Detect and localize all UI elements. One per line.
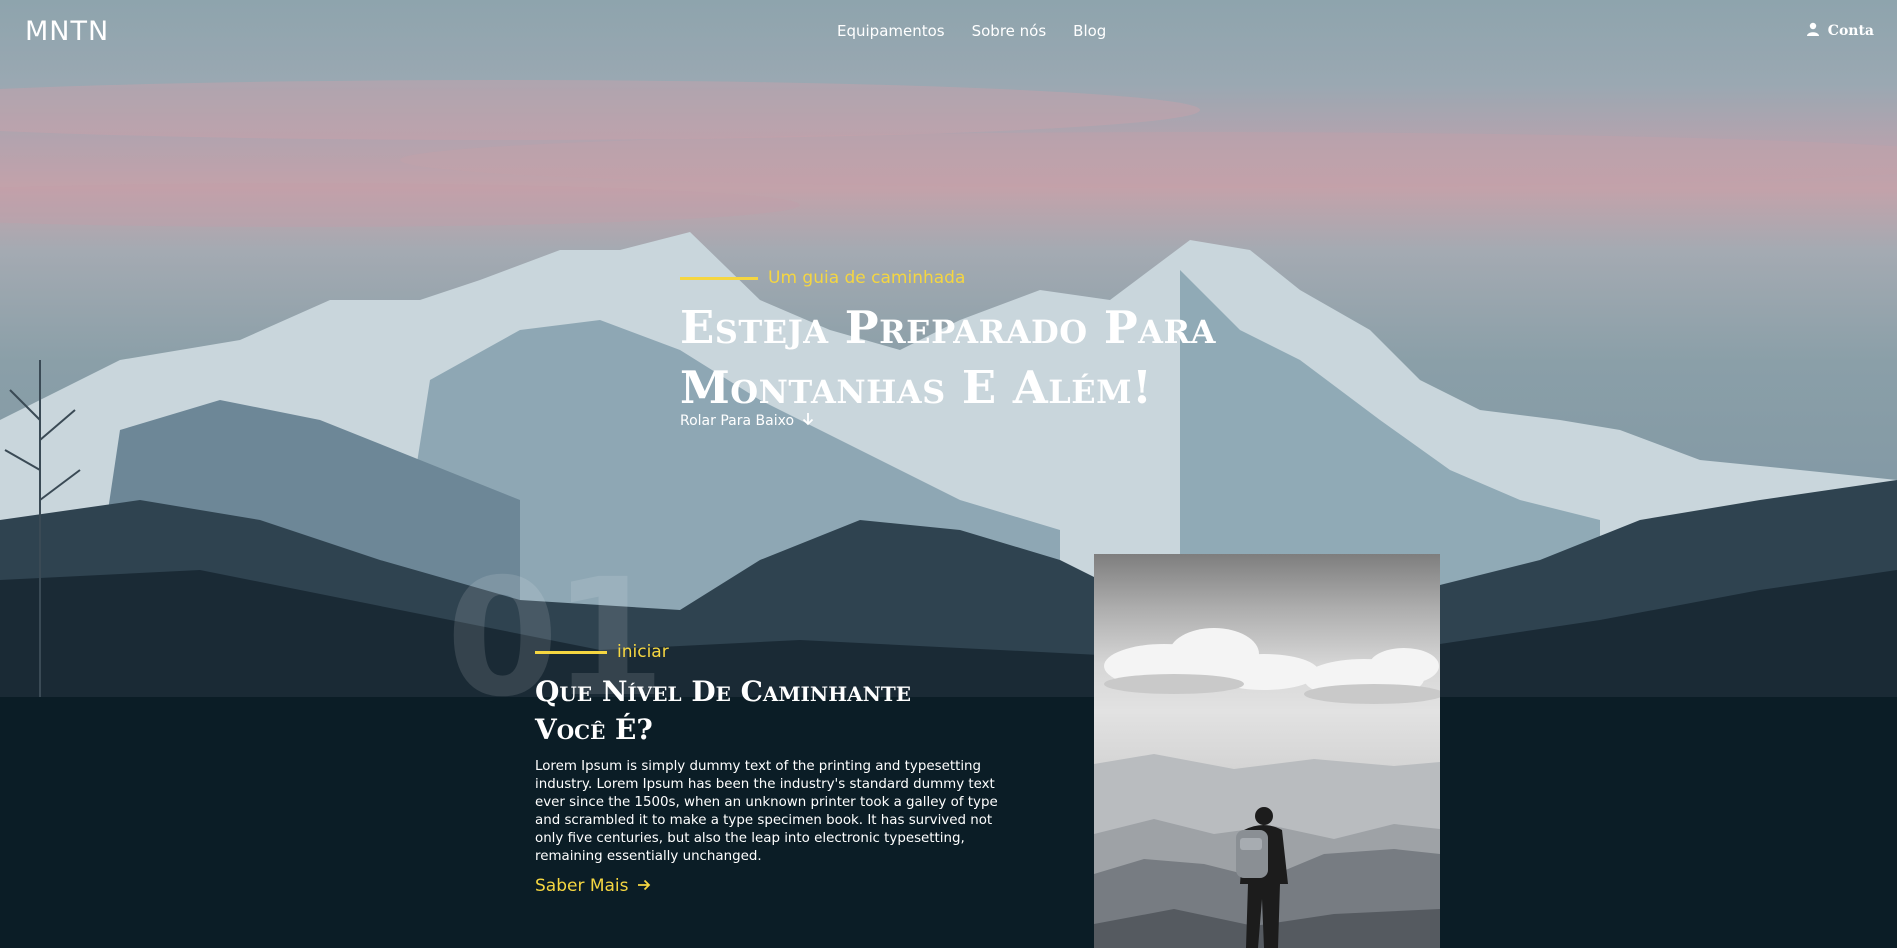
hero-kicker-text: Um guia de caminhada	[768, 268, 966, 288]
account-link[interactable]: Conta	[1806, 22, 1874, 40]
scroll-down-link[interactable]: Rolar Para Baixo	[680, 412, 814, 430]
account-label: Conta	[1827, 23, 1874, 39]
nav-item-equipamentos[interactable]: Equipamentos	[837, 22, 945, 40]
hiker-photo	[1094, 554, 1440, 948]
logo[interactable]: MNTN	[25, 16, 109, 47]
nav-item-sobre-nos[interactable]: Sobre nós	[972, 22, 1047, 40]
hero-kicker: Um guia de caminhada	[680, 268, 965, 288]
arrow-right-icon	[637, 876, 651, 896]
section-body: Lorem Ipsum is simply dummy text of the …	[535, 759, 998, 864]
arrow-down-icon	[802, 412, 814, 430]
section-kicker-text: iniciar	[617, 642, 669, 662]
kicker-line	[680, 276, 758, 280]
section-kicker: iniciar	[535, 642, 669, 662]
section-title: Que Nível De Caminhante Você É?	[535, 675, 912, 746]
scroll-label: Rolar Para Baixo	[680, 413, 795, 429]
nav-item-blog[interactable]: Blog	[1073, 22, 1106, 40]
user-icon	[1806, 22, 1820, 40]
learn-more-label: Saber Mais	[535, 876, 629, 896]
kicker-line	[535, 650, 607, 654]
hero-title: Esteja Preparado Para Montanhas E Além!	[680, 301, 1216, 414]
learn-more-link[interactable]: Saber Mais	[535, 876, 651, 896]
main-nav: Equipamentos Sobre nós Blog	[837, 22, 1106, 40]
